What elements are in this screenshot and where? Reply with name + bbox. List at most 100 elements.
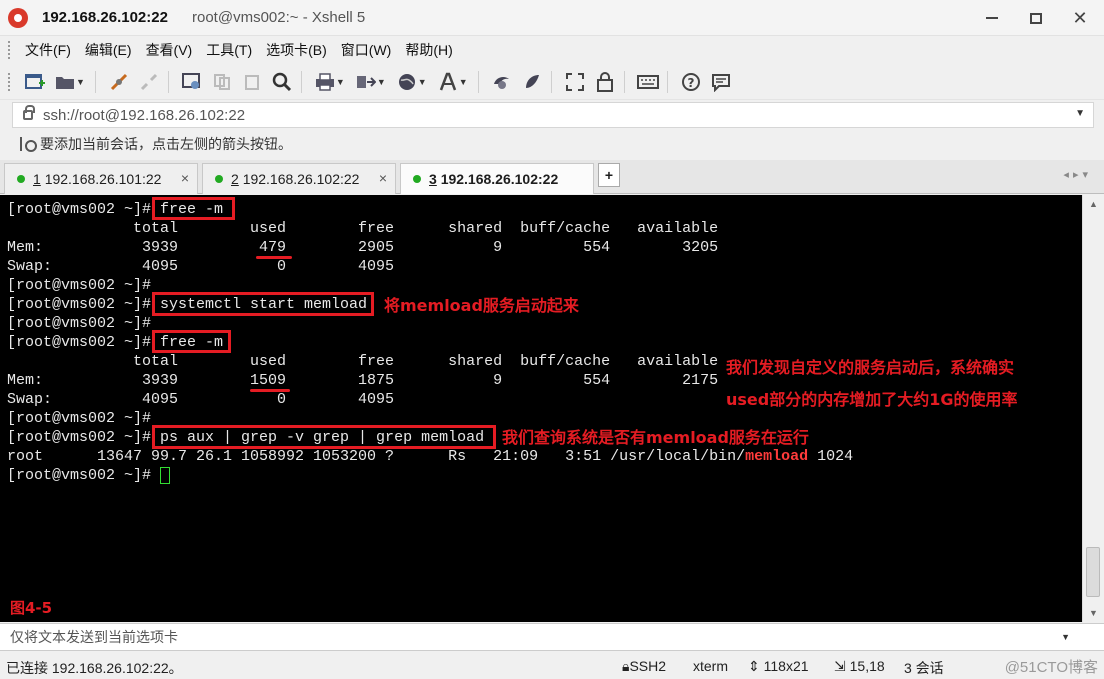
minimize-icon (986, 17, 998, 19)
window-title-host: 192.168.26.102:22 (42, 9, 168, 26)
underline-used-479 (256, 256, 292, 259)
transfer-button[interactable] (353, 69, 379, 95)
printer-icon (315, 72, 334, 91)
find-button[interactable] (269, 69, 295, 95)
compose-target-label[interactable]: 仅将文本发送到当前选项卡 (10, 627, 178, 647)
terminal-line: Mem: 3939 1509 1875 9 554 2175 (7, 372, 719, 389)
paste-button[interactable] (239, 69, 265, 95)
menu-tab[interactable]: 选项卡(B) (259, 37, 334, 63)
toolbar-separator (477, 70, 479, 93)
font-button[interactable] (435, 69, 461, 95)
toolbar-grip (8, 72, 12, 91)
tab-num: 3 (429, 171, 437, 187)
menu-help[interactable]: 帮助(H) (398, 37, 459, 63)
ps-output-tail: 1024 (808, 448, 854, 465)
font-icon (439, 72, 456, 90)
copy-icon (213, 73, 230, 90)
terminal-scrollbar[interactable]: ▲ ▼ (1082, 195, 1104, 622)
figure-label: 图4-5 (10, 599, 53, 617)
menu-view[interactable]: 查看(V) (139, 37, 200, 63)
fullscreen-button[interactable] (562, 69, 588, 95)
underline-used-1509 (250, 389, 290, 392)
connected-status-icon (413, 175, 421, 183)
xftp-button[interactable] (489, 69, 515, 95)
svg-text:?: ? (687, 76, 694, 90)
fullscreen-icon (565, 72, 584, 91)
compose-bar[interactable]: 仅将文本发送到当前选项卡 ▼ (0, 623, 1104, 651)
close-tab-icon[interactable]: × (379, 170, 387, 186)
menu-grip (8, 41, 12, 59)
chevron-down-icon[interactable]: ▼ (1075, 108, 1085, 119)
globe-button[interactable] (394, 69, 420, 95)
add-session-arrow-icon[interactable] (20, 137, 37, 152)
annotation-memory-note-1: 我们发现自定义的服务启动后，系统确实 (726, 358, 1015, 377)
lock-button[interactable] (592, 69, 618, 95)
connect-icon (110, 73, 127, 90)
watermark: @51CTO博客 (1004, 659, 1098, 676)
toolbar: ▼ ▼ ▼ ▼ ▼ ? (0, 64, 1104, 100)
xmanager-button[interactable] (519, 69, 545, 95)
chevron-down-icon[interactable]: ▼ (1061, 632, 1070, 642)
menu-window[interactable]: 窗口(W) (334, 37, 399, 63)
highlight-box-free-2 (152, 330, 231, 353)
connected-status-icon (17, 175, 25, 183)
tab-session-2[interactable]: 2 192.168.26.102:22 × (202, 163, 396, 194)
connection-status: 已连接 192.168.26.102:22。 (6, 660, 183, 676)
add-tab-button[interactable]: + (598, 163, 620, 187)
menu-bar: 文件(F) 编辑(E) 查看(V) 工具(T) 选项卡(B) 窗口(W) 帮助(… (0, 36, 1104, 64)
lock-icon (596, 71, 613, 92)
ps-output: root 13647 99.7 26.1 1058992 1053200 ? R… (7, 448, 746, 465)
terminal-line: Swap: 4095 0 4095 (7, 258, 395, 275)
address-text[interactable]: ssh://root@192.168.26.102:22 (43, 107, 245, 124)
maximize-icon (1030, 12, 1042, 24)
disconnect-icon (140, 73, 157, 90)
paste-icon (244, 74, 259, 90)
toolbar-separator (623, 70, 625, 93)
terminal-output[interactable]: [root@vms002 ~]# free -m total used free… (0, 195, 1082, 622)
xmanager-icon (525, 74, 539, 88)
highlight-box-free-1 (152, 197, 235, 220)
scroll-up-icon[interactable]: ▲ (1089, 199, 1098, 209)
terminal-line: total used free shared buff/cache availa… (7, 353, 719, 370)
tab-session-1[interactable]: 1 192.168.26.101:22 × (4, 163, 198, 194)
address-bar[interactable]: ssh://root@192.168.26.102:22 ▼ (12, 102, 1094, 128)
close-icon: ✕ (1072, 8, 1088, 28)
copy-button[interactable] (209, 69, 235, 95)
properties-button[interactable] (179, 69, 205, 95)
tab-session-3[interactable]: 3 192.168.26.102:22 (400, 163, 594, 194)
chat-button[interactable] (708, 69, 734, 95)
close-button[interactable]: ✕ (1060, 6, 1100, 30)
terminal-line: [root@vms002 ~]# (7, 277, 152, 294)
terminal-size-text: 118x21 (763, 658, 809, 674)
open-folder-button[interactable] (52, 69, 78, 95)
help-button[interactable]: ? (678, 69, 704, 95)
menu-file[interactable]: 文件(F) (18, 37, 78, 63)
keyboard-button[interactable] (635, 69, 661, 95)
title-bar: 192.168.26.102:22 root@vms002:~ - Xshell… (0, 0, 1104, 36)
terminal-line: total used free shared buff/cache availa… (7, 220, 719, 237)
tab-num: 1 (33, 171, 41, 187)
xftp-icon (493, 76, 509, 89)
minimize-button[interactable] (972, 6, 1012, 30)
connect-button[interactable] (106, 69, 132, 95)
cursor-icon: ⇲ (834, 658, 850, 674)
terminal-line: [root@vms002 ~]# (7, 315, 152, 332)
xshell-app-icon[interactable] (8, 8, 28, 28)
scroll-down-icon[interactable]: ▼ (1089, 608, 1098, 618)
print-button[interactable] (312, 69, 338, 95)
menu-tools[interactable]: 工具(T) (199, 37, 259, 63)
close-tab-icon[interactable]: × (181, 170, 189, 186)
disconnect-button[interactable] (136, 69, 162, 95)
annotation-memory-note-2: used部分的内存增加了大约1G的使用率 (726, 390, 1018, 409)
menu-edit[interactable]: 编辑(E) (78, 37, 139, 63)
scrollbar-thumb[interactable] (1086, 547, 1100, 597)
hint-text: 要添加当前会话，点击左侧的箭头按钮。 (40, 136, 292, 152)
tab-scroll-arrows[interactable]: ◂▸▾ (1063, 168, 1092, 181)
tab-label: 192.168.26.102:22 (242, 171, 360, 187)
toolbar-separator (167, 70, 169, 93)
properties-icon (181, 72, 200, 89)
connected-status-icon (215, 175, 223, 183)
new-session-button[interactable] (22, 69, 48, 95)
maximize-button[interactable] (1016, 6, 1056, 30)
terminal-line: [root@vms002 ~]# (7, 467, 161, 484)
